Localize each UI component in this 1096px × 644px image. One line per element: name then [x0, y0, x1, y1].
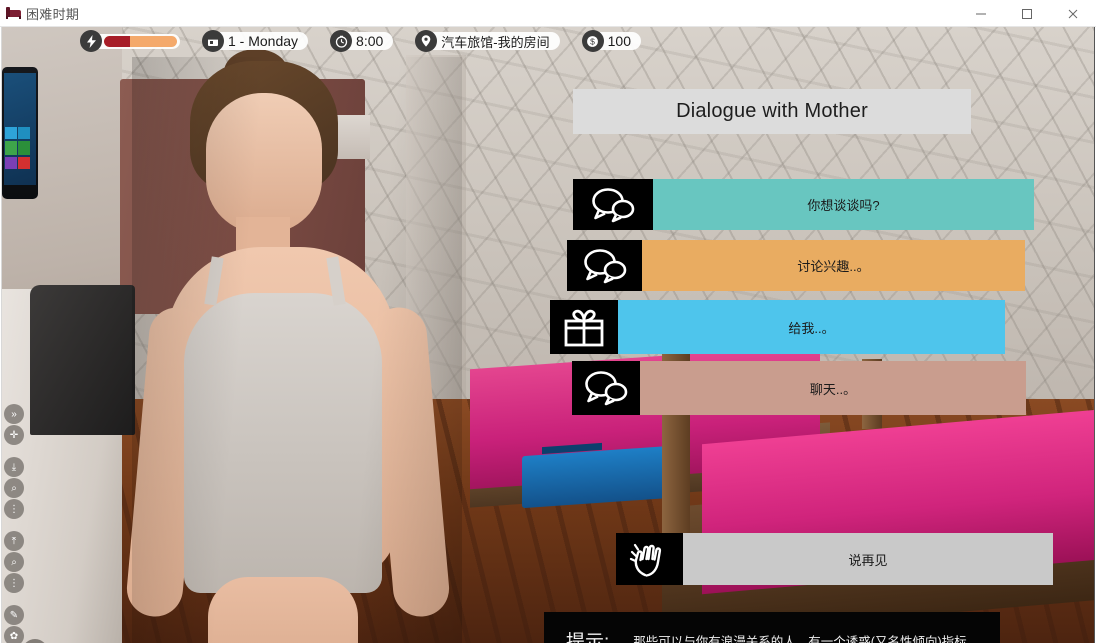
game-window: 困难时期 1 - Monday 8:00 汽车旅馆-我的房间 $ 100 » ✛… — [0, 0, 1096, 644]
hud-time[interactable]: 8:00 — [330, 30, 394, 52]
tip-text: 那些可以与你有浪漫关系的人，有一个诱惑(又名性倾向)指标 — [633, 635, 967, 643]
hud-energy — [80, 30, 180, 52]
zoom-icon[interactable]: ⌕ — [4, 552, 24, 572]
calendar-icon — [202, 30, 224, 52]
rail-glyph: ⤒ — [11, 535, 17, 547]
more-options-icon[interactable]: ⋮ — [4, 499, 24, 519]
chat-bubbles-icon — [573, 179, 653, 230]
dialogue-option-label: 聊天..。 — [640, 361, 1026, 415]
window-titlebar: 困难时期 — [0, 0, 1096, 27]
window-controls — [958, 0, 1096, 27]
left-tool-rail: » ✛ ⤓ ⌕ ⋮ ⤒ ⌕ ⋮ ✎ ✿ — [2, 403, 26, 643]
say-goodbye-button[interactable]: 说再见 — [616, 533, 1053, 585]
rail-glyph: ⋮ — [9, 503, 19, 515]
search-icon[interactable]: ⌕ — [4, 478, 24, 498]
hud-day-value: 1 - Monday — [212, 32, 309, 50]
lightning-bolt-icon — [80, 30, 102, 52]
rail-glyph: ✎ — [9, 609, 19, 621]
gift-icon — [550, 300, 618, 354]
dialogue-option-label: 你想谈谈吗? — [653, 179, 1034, 230]
rail-glyph: ✿ — [9, 630, 19, 642]
tip-label: 提示: — [566, 632, 610, 643]
dialogue-option-label: 给我..。 — [618, 300, 1005, 354]
rail-glyph: ⌕ — [11, 482, 17, 494]
rail-glyph: ⌕ — [11, 556, 17, 568]
tip-bar: 提示: 那些可以与你有浪漫关系的人，有一个诱惑(又名性倾向)指标 — [544, 612, 1000, 643]
dialogue-option-label: 讨论兴趣..。 — [642, 240, 1025, 291]
svg-text:$: $ — [590, 36, 595, 46]
app-icon — [0, 0, 26, 27]
chat-bubbles-icon — [572, 361, 640, 415]
clock-icon — [330, 30, 353, 52]
edit-icon[interactable]: ✎ — [4, 605, 24, 625]
say-goodbye-label: 说再见 — [683, 533, 1053, 585]
dollar-icon: $ — [581, 30, 604, 52]
character-mother[interactable] — [124, 49, 462, 643]
phone-prop — [2, 67, 38, 199]
dialogue-option-0[interactable]: 你想谈谈吗? — [573, 179, 1034, 230]
game-viewport[interactable]: 1 - Monday 8:00 汽车旅馆-我的房间 $ 100 » ✛ ⤓ ⌕ … — [1, 27, 1095, 643]
waving-hand-icon — [616, 533, 683, 585]
dialogue-option-3[interactable]: 聊天..。 — [572, 361, 1026, 415]
rail-glyph: ✛ — [9, 429, 19, 441]
dialogue-title: Dialogue with Mother — [573, 89, 971, 134]
maximize-button[interactable] — [1004, 0, 1050, 27]
hud-day[interactable]: 1 - Monday — [202, 30, 309, 52]
dialogue-option-2[interactable]: 给我..。 — [550, 300, 1005, 354]
hud-money[interactable]: $ 100 — [581, 30, 641, 52]
fast-forward-icon[interactable]: » — [4, 404, 24, 424]
rail-glyph: ⤓ — [11, 461, 17, 473]
window-title: 困难时期 — [26, 6, 80, 22]
energy-bar — [90, 33, 180, 49]
compass-icon[interactable]: ✛ — [4, 425, 24, 445]
minimize-button[interactable] — [958, 0, 1004, 27]
chat-bubbles-icon — [567, 240, 642, 291]
close-button[interactable] — [1050, 0, 1096, 27]
hud-location[interactable]: 汽车旅馆-我的房间 — [415, 30, 560, 52]
upload-icon[interactable]: ⤒ — [4, 531, 24, 551]
settings-icon[interactable]: ✿ — [4, 626, 24, 643]
rail-glyph: ⋮ — [9, 577, 19, 589]
list-icon[interactable]: ⋮ — [4, 573, 24, 593]
rail-glyph: » — [11, 408, 17, 420]
hud-location-value: 汽车旅馆-我的房间 — [425, 32, 560, 50]
download-icon[interactable]: ⤓ — [4, 457, 24, 477]
dialogue-option-1[interactable]: 讨论兴趣..。 — [567, 240, 1025, 291]
